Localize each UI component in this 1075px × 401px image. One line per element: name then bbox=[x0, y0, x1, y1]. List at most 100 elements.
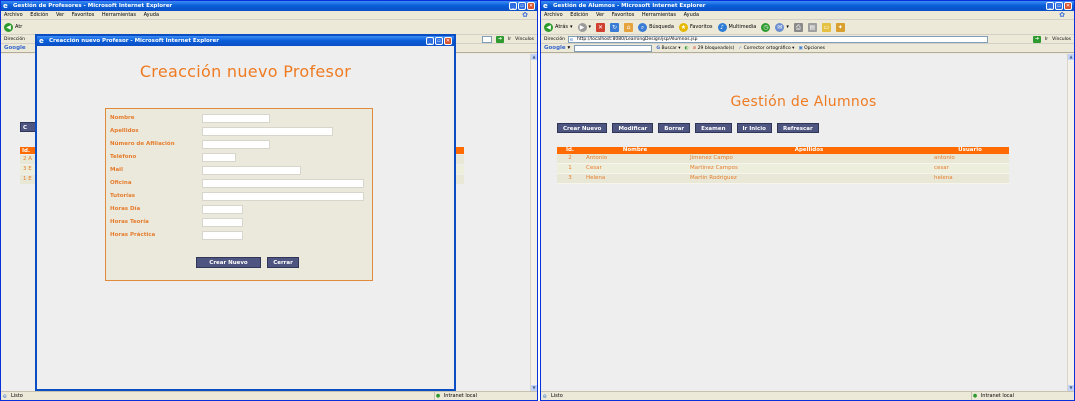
stop-icon: ✕ bbox=[596, 22, 606, 32]
refresh-icon: ↻ bbox=[610, 22, 620, 32]
left-titlebar[interactable]: e Gestión de Profesores - Microsoft Inte… bbox=[1, 1, 537, 11]
page-icon: e bbox=[543, 393, 547, 400]
menu-archivo[interactable]: Archivo bbox=[4, 12, 23, 18]
close-button[interactable]: ✕ bbox=[444, 37, 452, 45]
ie-icon: e bbox=[543, 2, 548, 10]
label-horas-teoria: Horas Teoría bbox=[110, 219, 149, 225]
google-search-input[interactable] bbox=[574, 44, 653, 52]
exam-button[interactable]: Examen bbox=[695, 123, 732, 133]
left-vertical-scrollbar[interactable]: ▲ ▼ bbox=[530, 54, 537, 391]
scroll-up-icon[interactable]: ▲ bbox=[531, 54, 537, 60]
google-options[interactable]: ▣ Opciones bbox=[798, 46, 825, 51]
minimize-button[interactable]: _ bbox=[509, 2, 517, 10]
forward-button[interactable]: ▶ ▾ bbox=[577, 22, 591, 32]
menu-favoritos[interactable]: Favoritos bbox=[612, 12, 635, 18]
history-button[interactable]: ◷ bbox=[761, 22, 771, 32]
home-icon: ⌂ bbox=[624, 22, 634, 32]
menu-edicion[interactable]: Edición bbox=[30, 12, 48, 18]
google-logo[interactable]: Google bbox=[4, 45, 26, 51]
mail-icon: ✉ bbox=[775, 22, 785, 32]
close-form-button[interactable]: Cerrar bbox=[267, 257, 299, 268]
col-id[interactable]: Id. bbox=[557, 147, 583, 154]
menu-ver[interactable]: Ver bbox=[596, 12, 604, 18]
edit-button[interactable]: ▤ bbox=[807, 22, 817, 32]
table-row[interactable]: 2 Antonio Jimenez Campo antonio bbox=[557, 154, 1009, 164]
blocked-icon: ⊘ bbox=[692, 45, 697, 51]
close-button[interactable]: ✕ bbox=[1064, 2, 1072, 10]
modify-button[interactable]: Modificar bbox=[612, 123, 654, 133]
back-button[interactable]: ◀ Atrás ▾ bbox=[544, 22, 573, 32]
print-button[interactable]: ⎙ bbox=[793, 22, 803, 32]
history-icon: ◷ bbox=[761, 22, 771, 32]
right-titlebar[interactable]: e Gestión de Alumnos - Microsoft Interne… bbox=[541, 1, 1074, 11]
horas-teoria-input[interactable] bbox=[202, 218, 243, 227]
links-label[interactable]: Vínculos bbox=[515, 35, 534, 43]
tutorias-input[interactable] bbox=[202, 192, 364, 201]
refresh-list-button[interactable]: Refrescar bbox=[776, 123, 819, 133]
maximize-button[interactable]: ▫ bbox=[518, 2, 526, 10]
label-horas-practica: Horas Práctica bbox=[110, 232, 156, 238]
address-dropdown[interactable] bbox=[481, 36, 492, 43]
folder-button[interactable]: ▭ bbox=[821, 22, 831, 32]
go-button[interactable]: ➜ bbox=[495, 36, 504, 43]
apellidos-input[interactable] bbox=[202, 127, 333, 136]
back-button[interactable]: ◀ Atr bbox=[4, 22, 22, 32]
oficina-input[interactable] bbox=[202, 179, 364, 188]
spell-check[interactable]: ✓ Corrector ortográfico ▾ bbox=[738, 46, 794, 51]
table-row[interactable]: 3 Helena Martin Rodriguez helena bbox=[557, 173, 1009, 184]
messenger-button[interactable]: ✦ bbox=[835, 22, 845, 32]
mail-button[interactable]: ✉ ▾ bbox=[775, 22, 789, 32]
go-label[interactable]: Ir bbox=[1045, 35, 1048, 43]
google-search-button[interactable]: G Buscar ▾ bbox=[656, 46, 680, 51]
address-input[interactable]: e http://localhost:8080/LearningDesign/j… bbox=[568, 35, 989, 43]
table-row[interactable]: 1 Cesar Martinez Campos cesar bbox=[557, 163, 1009, 174]
col-usuario[interactable]: Usuario bbox=[931, 147, 1009, 154]
address-label: Dirección bbox=[544, 36, 566, 42]
home-button[interactable]: ⌂ bbox=[624, 22, 634, 32]
mail-input[interactable] bbox=[202, 166, 301, 175]
delete-button[interactable]: Borrar bbox=[658, 123, 691, 133]
create-button[interactable]: Crear Nuevo bbox=[196, 257, 261, 268]
stop-button[interactable]: ✕ bbox=[596, 22, 606, 32]
close-button[interactable]: ✕ bbox=[527, 2, 535, 10]
maximize-button[interactable]: ▫ bbox=[1055, 2, 1063, 10]
menu-ayuda[interactable]: Ayuda bbox=[144, 12, 159, 18]
multimedia-button[interactable]: ♪ Multimedia bbox=[717, 22, 756, 32]
horas-dia-input[interactable] bbox=[202, 205, 243, 214]
go-button[interactable]: ➜ bbox=[1032, 36, 1041, 43]
horas-practica-input[interactable] bbox=[202, 231, 243, 240]
minimize-button[interactable]: _ bbox=[1046, 2, 1054, 10]
home-page-button[interactable]: Ir Inicio bbox=[736, 123, 772, 133]
col-nombre[interactable]: Nombre bbox=[583, 147, 687, 154]
forward-arrow-icon: ▶ bbox=[577, 22, 587, 32]
links-label[interactable]: Vínculos bbox=[1052, 35, 1071, 43]
modal-window-title: Creacción nuevo Profesor - Microsoft Int… bbox=[49, 38, 219, 44]
spell-icon: ✓ bbox=[738, 45, 743, 51]
scroll-up-icon[interactable]: ▲ bbox=[1068, 54, 1074, 60]
menu-ver[interactable]: Ver bbox=[56, 12, 64, 18]
favorites-button[interactable]: ★ Favoritos bbox=[678, 22, 713, 32]
popup-blocker[interactable]: ⊘ 29 bloqueado(s) bbox=[692, 46, 734, 51]
google-logo[interactable]: Google ▾ bbox=[544, 45, 570, 51]
menu-edicion[interactable]: Edición bbox=[570, 12, 588, 18]
label-nombre: Nombre bbox=[110, 115, 135, 121]
search-button[interactable]: ⌕ Búsqueda bbox=[638, 22, 674, 32]
menu-favoritos[interactable]: Favoritos bbox=[72, 12, 95, 18]
left-statusbar: e Listo ● Intranet local bbox=[1, 391, 537, 400]
refresh-button[interactable]: ↻ bbox=[610, 22, 620, 32]
right-vertical-scrollbar[interactable]: ▲ ▼ bbox=[1067, 54, 1074, 391]
menu-herramientas[interactable]: Herramientas bbox=[642, 12, 676, 18]
intranet-icon: ● bbox=[435, 393, 441, 399]
menu-archivo[interactable]: Archivo bbox=[544, 12, 563, 18]
pagerank-icon[interactable]: ◐ bbox=[685, 46, 689, 51]
nombre-input[interactable] bbox=[202, 114, 270, 123]
menu-ayuda[interactable]: Ayuda bbox=[684, 12, 699, 18]
afiliacion-input[interactable] bbox=[202, 140, 270, 149]
create-button[interactable]: Crear Nuevo bbox=[557, 123, 608, 133]
maximize-button[interactable]: ▫ bbox=[435, 37, 443, 45]
menu-herramientas[interactable]: Herramientas bbox=[102, 12, 136, 18]
modal-titlebar[interactable]: e Creacción nuevo Profesor - Microsoft I… bbox=[37, 36, 454, 46]
minimize-button[interactable]: _ bbox=[426, 37, 434, 45]
telefono-input[interactable] bbox=[202, 153, 236, 162]
col-apellidos[interactable]: Apellidos bbox=[687, 147, 931, 154]
